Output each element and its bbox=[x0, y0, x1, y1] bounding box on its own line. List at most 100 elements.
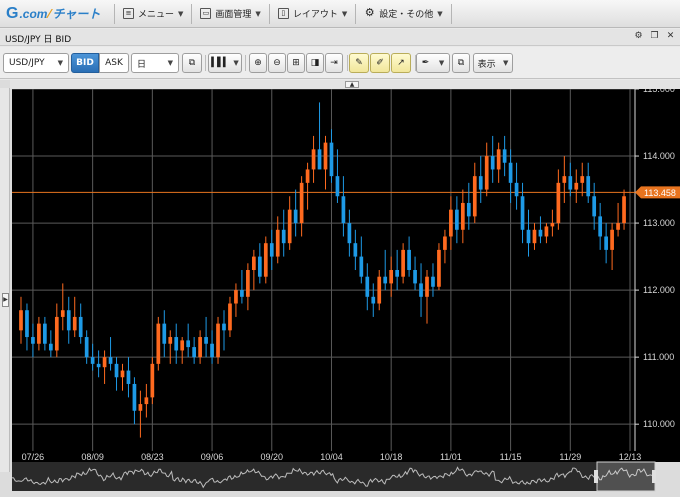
candle-up[interactable] bbox=[216, 323, 220, 358]
candle-up[interactable] bbox=[138, 404, 143, 411]
candle-up[interactable] bbox=[610, 229, 614, 250]
candle-up[interactable] bbox=[496, 149, 501, 170]
collapse-up-icon[interactable]: ▲ bbox=[345, 81, 359, 88]
chart-type-select[interactable]: ▍▌▍ ▼ bbox=[208, 53, 242, 73]
grid-layout-button[interactable]: ⊞ bbox=[287, 53, 305, 73]
candle-down[interactable] bbox=[490, 156, 495, 170]
candle-down[interactable] bbox=[317, 149, 322, 170]
candle-down[interactable] bbox=[25, 310, 29, 338]
candle-up[interactable] bbox=[425, 276, 429, 297]
candle-down[interactable] bbox=[257, 256, 262, 277]
candle-down[interactable] bbox=[132, 383, 137, 411]
candle-down[interactable] bbox=[162, 323, 167, 344]
link-button[interactable]: ⧉ bbox=[182, 53, 202, 73]
candle-up[interactable] bbox=[102, 357, 107, 368]
candle-up[interactable] bbox=[251, 256, 256, 270]
candle-down[interactable] bbox=[371, 296, 376, 304]
candle-down[interactable] bbox=[269, 243, 274, 257]
candle-down[interactable] bbox=[335, 176, 340, 197]
drawing-tool-select[interactable]: ✒ ▼ bbox=[416, 53, 450, 73]
candle-up[interactable] bbox=[550, 223, 555, 227]
candle-down[interactable] bbox=[598, 216, 603, 237]
candle-down[interactable] bbox=[514, 182, 519, 197]
trend-button[interactable]: ↗ bbox=[391, 53, 411, 73]
candle-up[interactable] bbox=[449, 209, 453, 237]
candle-up[interactable] bbox=[144, 397, 149, 405]
candle-down[interactable] bbox=[114, 363, 119, 378]
candle-up[interactable] bbox=[580, 176, 585, 183]
layout-button[interactable]: ▯ レイアウト ▼ bbox=[274, 3, 351, 25]
close-icon[interactable]: ✕ bbox=[665, 31, 676, 42]
candle-down[interactable] bbox=[604, 236, 608, 250]
candle-up[interactable] bbox=[287, 209, 292, 244]
duplicate-window-button[interactable]: ⧉ bbox=[452, 53, 470, 73]
panel-layout-button[interactable]: ◨ bbox=[306, 53, 324, 73]
candle-down[interactable] bbox=[240, 290, 244, 297]
candle-down[interactable] bbox=[222, 323, 226, 331]
candle-down[interactable] bbox=[538, 229, 543, 237]
candle-up[interactable] bbox=[460, 202, 465, 230]
timeframe-select[interactable]: 日 ▼ bbox=[131, 53, 179, 73]
candle-up[interactable] bbox=[377, 276, 382, 304]
candle-down[interactable] bbox=[341, 196, 346, 224]
candle-up[interactable] bbox=[234, 290, 238, 304]
candle-down[interactable] bbox=[395, 270, 400, 277]
candle-down[interactable] bbox=[293, 209, 298, 224]
candle-up[interactable] bbox=[54, 316, 59, 351]
candle-down[interactable] bbox=[365, 276, 370, 297]
candle-up[interactable] bbox=[19, 310, 23, 331]
candle-down[interactable] bbox=[592, 196, 597, 217]
candle-down[interactable] bbox=[526, 229, 531, 244]
candle-up[interactable] bbox=[311, 149, 316, 170]
candle-down[interactable] bbox=[413, 270, 417, 284]
candle-down[interactable] bbox=[508, 162, 513, 183]
candle-up[interactable] bbox=[472, 176, 477, 217]
candle-down[interactable] bbox=[419, 283, 423, 297]
candle-down[interactable] bbox=[466, 202, 471, 217]
navigator-right-handle[interactable] bbox=[652, 470, 656, 483]
zoom-out-button[interactable]: ⊖ bbox=[268, 53, 286, 73]
candle-down[interactable] bbox=[359, 256, 364, 277]
candle-up[interactable] bbox=[622, 196, 626, 224]
candle-up[interactable] bbox=[60, 310, 65, 317]
candle-up[interactable] bbox=[72, 316, 77, 331]
candle-up[interactable] bbox=[246, 270, 250, 297]
candle-up[interactable] bbox=[532, 229, 537, 244]
candle-down[interactable] bbox=[520, 196, 525, 230]
candle-up[interactable] bbox=[562, 176, 567, 183]
display-menu-button[interactable]: 表示 ▼ bbox=[473, 53, 513, 73]
price-chart[interactable]: 110.000 111.000 112.000 113.000 114.000 115.0… bbox=[10, 89, 680, 497]
menu-button[interactable]: ≡ メニュー ▼ bbox=[119, 3, 187, 25]
candle-up[interactable] bbox=[484, 156, 489, 190]
candle-up[interactable] bbox=[437, 249, 441, 287]
candle-down[interactable] bbox=[502, 149, 507, 163]
candle-up[interactable] bbox=[443, 236, 447, 250]
candle-down[interactable] bbox=[347, 223, 352, 244]
candle-up[interactable] bbox=[401, 249, 405, 277]
bid-toggle[interactable]: BID bbox=[71, 53, 99, 73]
candle-down[interactable] bbox=[43, 323, 47, 344]
indicator-settings-button[interactable]: ✐ bbox=[370, 53, 390, 73]
candle-down[interactable] bbox=[48, 343, 53, 351]
candle-up[interactable] bbox=[544, 226, 549, 237]
candle-up[interactable] bbox=[180, 340, 185, 351]
zoom-in-button[interactable]: ⊕ bbox=[249, 53, 267, 73]
candle-down[interactable] bbox=[96, 363, 101, 368]
candle-down[interactable] bbox=[407, 249, 411, 270]
candle-down[interactable] bbox=[431, 276, 435, 287]
candle-up[interactable] bbox=[299, 182, 304, 224]
ask-toggle[interactable]: ASK bbox=[99, 53, 129, 73]
candle-down[interactable] bbox=[478, 176, 483, 190]
candle-down[interactable] bbox=[383, 276, 388, 284]
candle-up[interactable] bbox=[120, 370, 125, 378]
candle-up[interactable] bbox=[263, 243, 268, 277]
candle-up[interactable] bbox=[556, 182, 561, 224]
candle-down[interactable] bbox=[31, 337, 35, 344]
settings-button[interactable]: ⚙ 設定・その他 ▼ bbox=[360, 3, 446, 25]
candle-down[interactable] bbox=[84, 337, 89, 358]
candle-down[interactable] bbox=[568, 176, 573, 190]
candle-up[interactable] bbox=[37, 323, 41, 344]
scroll-end-button[interactable]: ⇥ bbox=[325, 53, 343, 73]
candle-down[interactable] bbox=[192, 347, 196, 358]
candle-up[interactable] bbox=[389, 270, 394, 284]
